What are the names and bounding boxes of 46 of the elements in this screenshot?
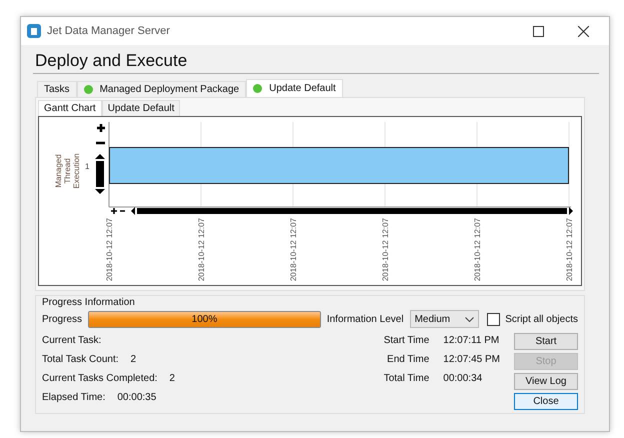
axis-title: Managed Thread Execution (54, 153, 81, 189)
stat-label: Total Task Count: (42, 354, 119, 365)
tab[interactable]: Update Default (246, 79, 343, 97)
tab[interactable]: Tasks (37, 81, 77, 97)
zoom-in-icon[interactable] (96, 122, 106, 134)
checkbox[interactable] (487, 312, 500, 326)
tab[interactable]: Gantt Chart (38, 100, 102, 116)
time-label: Start Time (384, 335, 430, 346)
axis-tick-label: 1 (85, 162, 90, 171)
app-icon (27, 24, 41, 38)
time-label: End Time (386, 354, 430, 365)
progress-label: Progress (42, 314, 82, 324)
time-label: Total Time (384, 373, 430, 384)
group-title: Progress Information (42, 296, 136, 310)
zoom-out-icon[interactable] (96, 142, 105, 144)
stat-label: Current Task: (42, 335, 102, 346)
horizontal-scrollbar-icon[interactable] (110, 207, 573, 215)
time-value: 12:07:11 PM (443, 335, 500, 346)
checkbox-label: Script all objects (505, 314, 578, 324)
close-icon[interactable] (578, 26, 589, 36)
maximize-icon[interactable] (533, 26, 544, 36)
time-value: 12:07:45 PM (443, 354, 500, 365)
stat-value: 2 (169, 373, 175, 384)
tab[interactable]: Update Default (102, 100, 180, 116)
axis-tick-label: 2018-10-12 12:07 (197, 218, 206, 282)
axis-tick-label: 2018-10-12 12:07 (105, 218, 114, 282)
stat-value: 00:00:35 (117, 392, 156, 403)
progress-reading: 100% (190, 312, 218, 326)
action-button[interactable]: Start (514, 333, 578, 350)
tab[interactable]: Managed Deployment Package (76, 81, 246, 97)
info-level-label: Information Level (326, 314, 404, 324)
chevron-down-icon (465, 316, 474, 322)
stat-label: Elapsed Time: (42, 392, 106, 403)
stat-value: 2 (130, 354, 136, 365)
axis-tick-label: 2018-10-12 12:07 (381, 218, 390, 282)
info-level-dropdown[interactable]: Medium (410, 310, 480, 328)
stat-label: Current Tasks Completed: (42, 373, 158, 384)
vertical-scrollbar-icon[interactable] (95, 154, 105, 194)
action-button[interactable]: Close (514, 393, 578, 410)
axis-tick-label: 2018-10-12 12:07 (565, 218, 574, 282)
page-heading: Deploy and Execute (33, 51, 599, 74)
window-title: Jet Data Manager Server (47, 25, 171, 37)
axis-tick-label: 2018-10-12 12:07 (289, 218, 298, 282)
action-button[interactable]: View Log (514, 373, 578, 390)
time-value: 00:00:34 (443, 373, 484, 384)
axis-tick-label: 2018-10-12 12:07 (473, 218, 482, 282)
